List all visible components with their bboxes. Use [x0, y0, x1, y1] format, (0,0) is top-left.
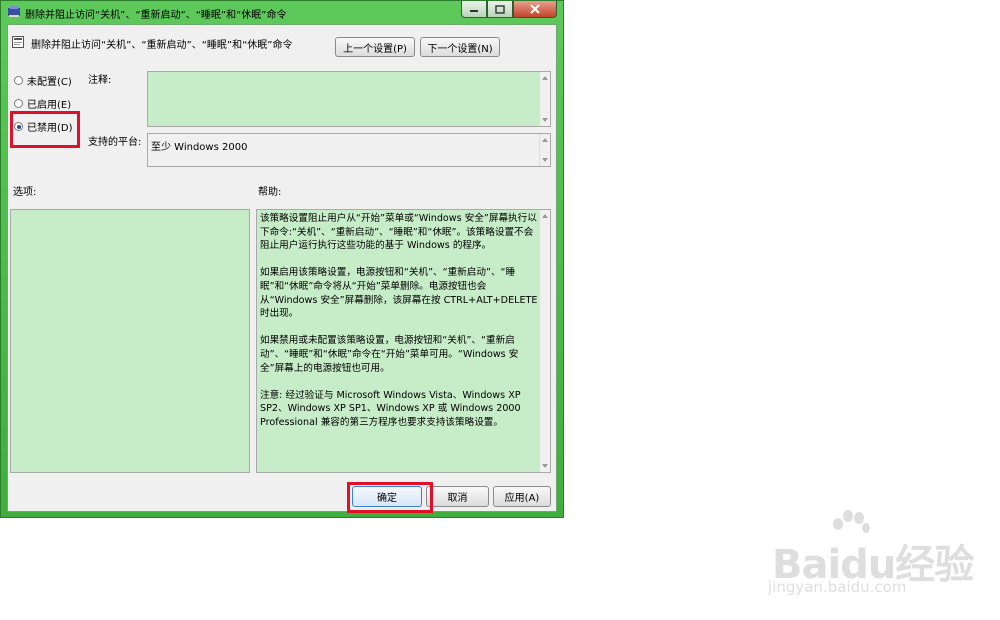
options-label: 选项: [13, 187, 37, 198]
scroll-up-icon [542, 214, 548, 218]
previous-setting-button[interactable]: 上一个设置(P) [335, 37, 415, 57]
radio-enabled[interactable]: 已启用(E) [14, 96, 71, 111]
minimize-icon [470, 10, 478, 12]
radio-not-configured[interactable]: 未配置(C) [14, 73, 72, 88]
cancel-button[interactable]: 取消 [426, 486, 489, 507]
minimize-button[interactable] [461, 1, 487, 18]
help-label: 帮助: [258, 187, 282, 198]
window-title: 删除并阻止访问“关机”、“重新启动”、“睡眠”和“休眠”命令 [25, 10, 287, 21]
next-setting-button[interactable]: 下一个设置(N) [420, 37, 500, 57]
comment-textarea[interactable] [147, 71, 551, 127]
highlight-box-ok [347, 482, 433, 513]
help-paragraph: 该策略设置阻止用户从“开始”菜单或“Windows 安全”屏幕执行以下命令:“关… [260, 213, 537, 252]
help-paragraph: 注意: 经过验证与 Microsoft Windows Vista、Window… [260, 389, 521, 428]
radio-label: 已启用(E) [27, 100, 72, 111]
help-paragraph: 如果启用该策略设置，电源按钮和“关机”、“重新启动”、“睡眠”和“休眠”命令将从… [260, 267, 538, 320]
radio-circle-icon [14, 99, 23, 108]
scroll-up-icon [542, 138, 548, 142]
policy-app-icon [8, 6, 20, 17]
options-panel [10, 209, 250, 473]
highlight-box-disabled [10, 111, 80, 148]
scroll-down-icon [542, 464, 548, 468]
platform-scrollbar[interactable] [539, 134, 550, 166]
help-panel: 该策略设置阻止用户从“开始”菜单或“Windows 安全”屏幕执行以下命令:“关… [256, 209, 551, 473]
policy-setting-icon [12, 36, 24, 48]
baidu-watermark: Baidu经验 jingyan.baidu.com [760, 510, 990, 610]
scroll-down-icon [542, 118, 548, 122]
supported-platform-field: 至少 Windows 2000 [147, 133, 551, 167]
maximize-button[interactable] [487, 1, 513, 18]
watermark-url: jingyan.baidu.com [768, 578, 907, 596]
comment-label: 注释: [88, 75, 112, 86]
scroll-up-icon [542, 76, 548, 80]
maximize-icon [495, 4, 505, 14]
radio-label: 未配置(C) [27, 77, 72, 88]
help-scrollbar[interactable] [539, 210, 550, 472]
comment-scrollbar[interactable] [539, 72, 550, 126]
help-paragraph: 如果禁用或未配置该策略设置，电源按钮和“关机”、“重新启动”、“睡眠”和“休眠”… [260, 335, 519, 374]
policy-dialog-window: 删除并阻止访问“关机”、“重新启动”、“睡眠”和“休眠”命令 删除并阻止访问“关… [0, 0, 564, 518]
close-button[interactable] [513, 1, 557, 18]
supported-platform-value: 至少 Windows 2000 [151, 142, 248, 153]
close-icon [530, 4, 540, 14]
apply-button[interactable]: 应用(A) [493, 486, 551, 507]
title-bar[interactable]: 删除并阻止访问“关机”、“重新启动”、“睡眠”和“休眠”命令 [1, 1, 563, 23]
scroll-down-icon [542, 158, 548, 162]
help-text: 该策略设置阻止用户从“开始”菜单或“Windows 安全”屏幕执行以下命令:“关… [260, 212, 538, 443]
policy-title: 删除并阻止访问“关机”、“重新启动”、“睡眠”和“休眠”命令 [31, 40, 293, 51]
radio-circle-icon [14, 76, 23, 85]
supported-platform-label: 支持的平台: [88, 137, 142, 148]
dialog-client-area: 删除并阻止访问“关机”、“重新启动”、“睡眠”和“休眠”命令 上一个设置(P) … [7, 24, 557, 513]
